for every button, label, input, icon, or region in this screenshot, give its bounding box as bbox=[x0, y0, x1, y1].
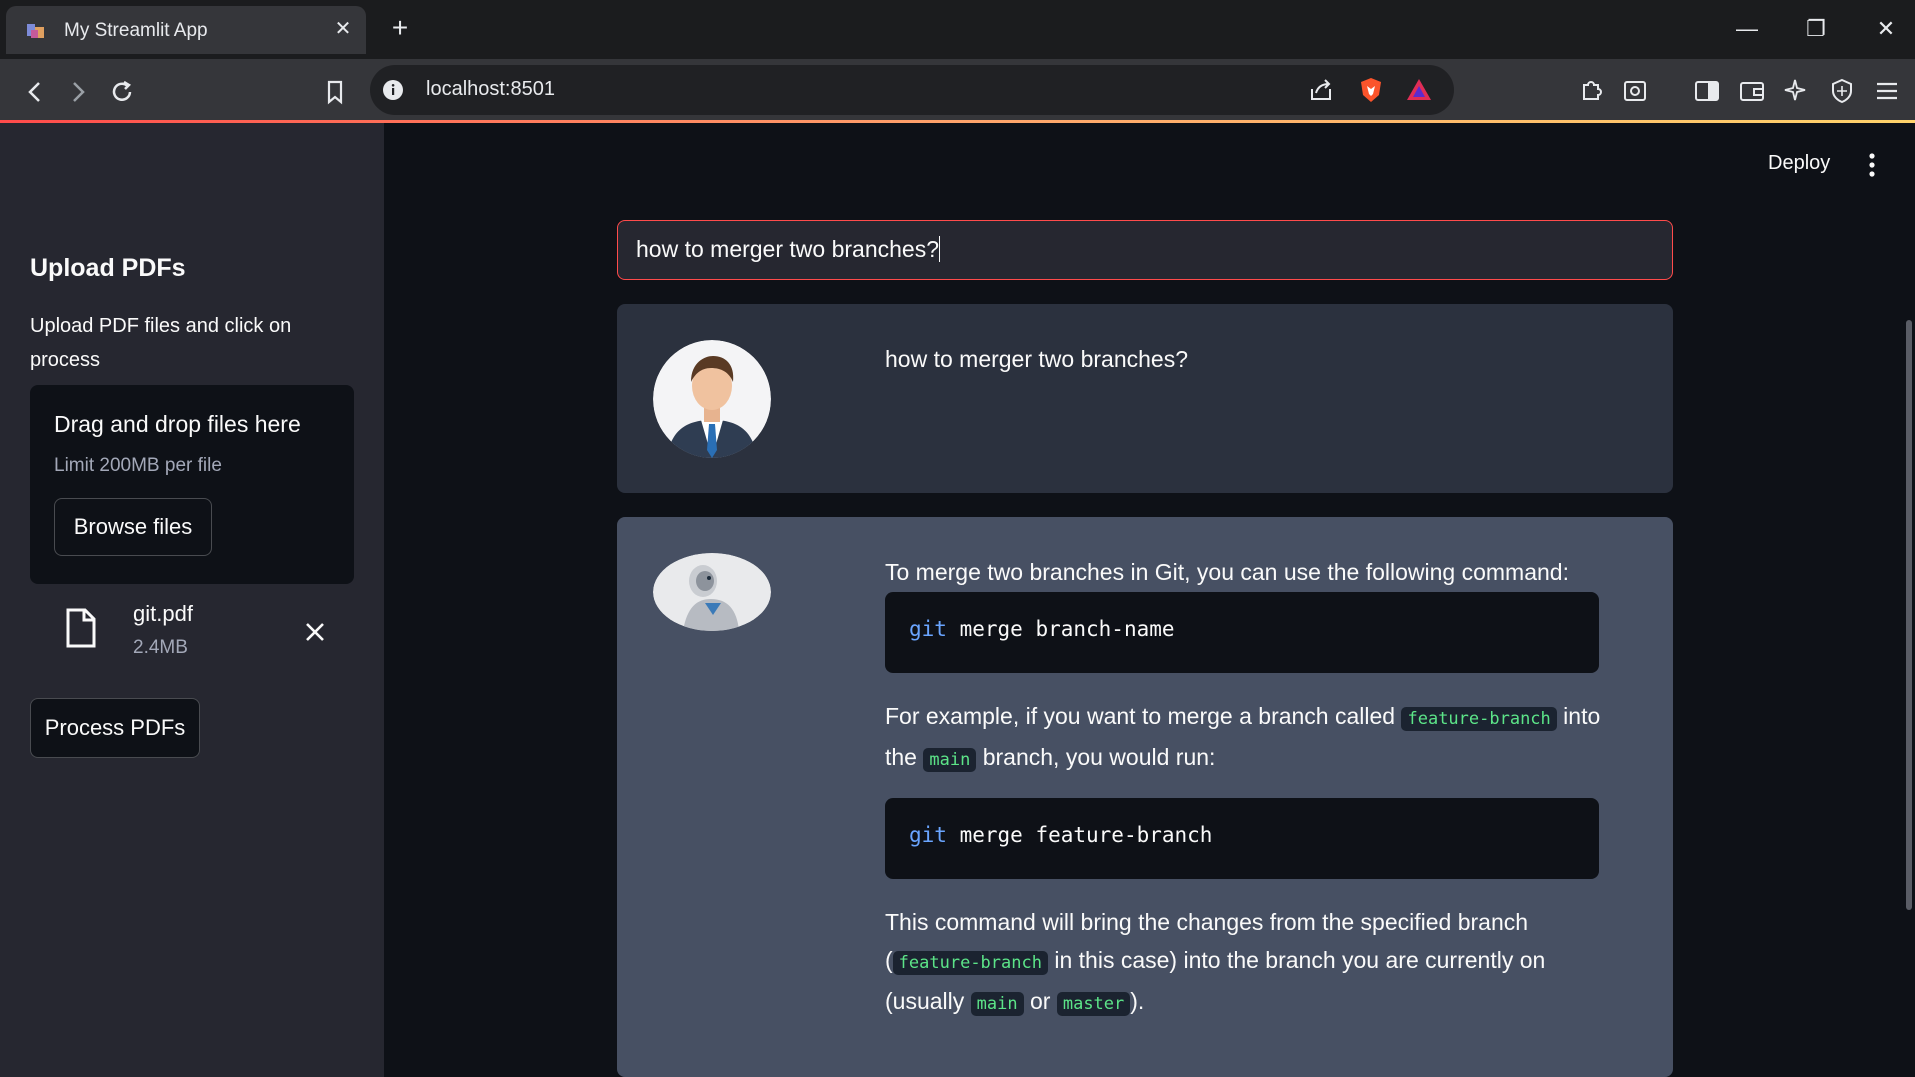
inline-code: main bbox=[923, 748, 977, 772]
inline-code: main bbox=[970, 992, 1024, 1016]
inline-code: feature-branch bbox=[1401, 707, 1557, 731]
inline-code: master bbox=[1056, 992, 1131, 1016]
brave-rewards-icon[interactable] bbox=[1404, 75, 1434, 105]
brave-shield-icon[interactable] bbox=[1356, 75, 1386, 105]
reader-mode-icon[interactable] bbox=[1620, 76, 1650, 106]
file-icon bbox=[66, 608, 96, 648]
dropzone-limit: Limit 200MB per file bbox=[54, 455, 222, 476]
address-bar[interactable]: localhost:8501 bbox=[370, 65, 1454, 115]
browser-tab[interactable]: My Streamlit App ✕ bbox=[6, 6, 366, 54]
tab-title: My Streamlit App bbox=[64, 20, 208, 41]
uploaded-file-size: 2.4MB bbox=[133, 637, 188, 658]
user-message: how to merger two branches? bbox=[617, 304, 1673, 493]
sidebar-title: Upload PDFs bbox=[30, 254, 186, 282]
bookmark-icon[interactable] bbox=[320, 77, 350, 107]
url-text: localhost:8501 bbox=[426, 78, 555, 100]
code-block-2-text: git merge feature-branch bbox=[909, 823, 1213, 847]
share-icon[interactable] bbox=[1306, 75, 1336, 105]
vpn-icon[interactable] bbox=[1827, 76, 1857, 106]
code-block-1: git merge branch-name bbox=[885, 592, 1599, 673]
forward-icon[interactable] bbox=[63, 77, 93, 107]
user-avatar bbox=[653, 340, 771, 458]
process-pdfs-button[interactable]: Process PDFs bbox=[30, 698, 200, 758]
wallet-icon[interactable] bbox=[1737, 76, 1767, 106]
answer-example-paragraph: For example, if you want to merge a bran… bbox=[885, 703, 1601, 772]
close-window-icon[interactable]: ✕ bbox=[1871, 14, 1901, 44]
file-dropzone[interactable]: Drag and drop files here Limit 200MB per… bbox=[30, 385, 354, 584]
leo-ai-icon[interactable] bbox=[1782, 76, 1812, 106]
question-input[interactable]: how to merger two branches? bbox=[617, 220, 1673, 280]
uploaded-file-name: git.pdf bbox=[133, 601, 193, 626]
deploy-button[interactable]: Deploy bbox=[1768, 152, 1830, 175]
question-input-value: how to merger two branches? bbox=[636, 236, 940, 262]
more-options-icon[interactable] bbox=[1862, 152, 1882, 178]
extensions-icon[interactable] bbox=[1576, 76, 1606, 106]
remove-file-icon[interactable] bbox=[301, 618, 329, 646]
text-caret bbox=[939, 236, 940, 262]
answer-intro: To merge two branches in Git, you can us… bbox=[885, 559, 1569, 585]
streamlit-favicon-icon bbox=[27, 24, 44, 38]
main-scrollbar[interactable] bbox=[1906, 320, 1912, 910]
sidebar-icon[interactable] bbox=[1692, 76, 1722, 106]
assistant-message: To merge two branches in Git, you can us… bbox=[617, 517, 1673, 1077]
inline-code: feature-branch bbox=[892, 951, 1048, 975]
sidebar: Upload PDFs Upload PDF files and click o… bbox=[0, 123, 384, 1077]
code-block-1-text: git merge branch-name bbox=[909, 617, 1175, 641]
user-message-text: how to merger two branches? bbox=[885, 346, 1188, 372]
tab-close-icon[interactable]: ✕ bbox=[332, 18, 354, 40]
dropzone-title: Drag and drop files here bbox=[54, 411, 301, 437]
browser-tab-bar: My Streamlit App ✕ + — ❐ ✕ bbox=[0, 0, 1915, 59]
browser-toolbar: localhost:8501 bbox=[0, 59, 1915, 122]
restore-icon[interactable]: ❐ bbox=[1801, 14, 1831, 44]
minimize-icon[interactable]: — bbox=[1732, 14, 1762, 44]
answer-explanation-paragraph: This command will bring the changes from… bbox=[885, 909, 1546, 1016]
site-info-icon[interactable] bbox=[382, 79, 404, 101]
code-block-2: git merge feature-branch bbox=[885, 798, 1599, 879]
reload-icon[interactable] bbox=[107, 77, 137, 107]
new-tab-icon[interactable]: + bbox=[388, 14, 412, 42]
robot-avatar bbox=[653, 553, 771, 631]
back-icon[interactable] bbox=[20, 77, 50, 107]
sidebar-description: Upload PDF files and click on process bbox=[30, 315, 292, 371]
menu-icon[interactable] bbox=[1872, 76, 1902, 106]
browse-files-button[interactable]: Browse files bbox=[54, 498, 212, 556]
